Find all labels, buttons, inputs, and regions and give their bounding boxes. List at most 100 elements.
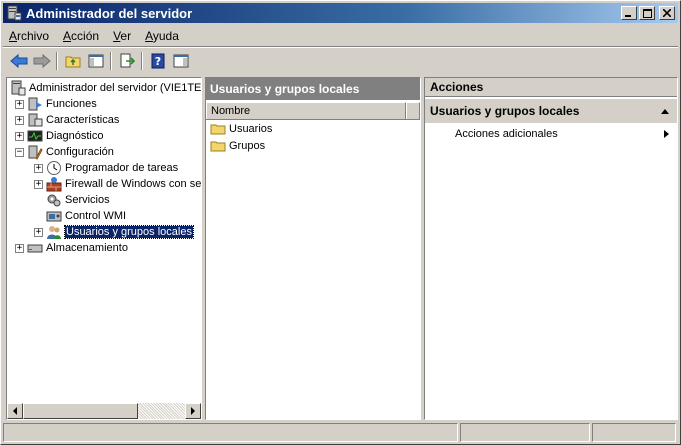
tree-item-configuracion[interactable]: − Configuración [15, 144, 114, 160]
tree-item-caracteristicas[interactable]: + Características [15, 112, 119, 128]
folder-icon [210, 141, 226, 151]
list-item-grupos[interactable]: Grupos [206, 137, 420, 154]
list-item-label: Usuarios [229, 122, 273, 135]
actions-pane: Acciones Usuarios y grupos locales Accio… [424, 77, 678, 420]
maximize-button[interactable] [639, 6, 655, 20]
tree-item-almacenamiento[interactable]: + Almacenamiento [15, 240, 128, 256]
menu-ayuda[interactable]: Ayuda [139, 27, 185, 45]
collapse-icon[interactable]: − [15, 147, 24, 157]
help-icon: ? [151, 53, 164, 69]
tree-item-label: Programador de tareas [65, 162, 179, 174]
expand-icon[interactable]: + [15, 115, 24, 125]
scroll-right-button[interactable] [185, 403, 201, 419]
status-panel-3 [592, 423, 676, 442]
menu-ver[interactable]: Ver [107, 27, 137, 45]
roles-icon [28, 97, 42, 111]
arrow-left-icon [13, 407, 17, 415]
server-manager-window: Administrador del servidor Archivo Acció… [0, 0, 681, 445]
console-tree: Administrador del servidor (VIE1TES + Fu… [7, 78, 201, 403]
tree-item-servicios[interactable]: Servicios [46, 192, 110, 208]
tree-item-funciones[interactable]: + Funciones [15, 96, 97, 112]
tree-item-programador[interactable]: + Programador de tareas [34, 160, 178, 176]
tree-item-label: Diagnóstico [46, 130, 104, 142]
menu-ayuda-label: yuda [152, 28, 179, 43]
title-bar[interactable]: Administrador del servidor [3, 3, 678, 23]
tree-item-label: Firewall de Windows con se [65, 178, 201, 190]
menu-accion-label: cción [71, 28, 100, 43]
expand-icon[interactable]: + [15, 131, 24, 141]
tree-item-label: Control WMI [65, 210, 127, 222]
status-bar [3, 423, 678, 442]
server-manager-icon [11, 80, 26, 96]
toolbar: ? [3, 49, 678, 73]
console-tree-pane: Administrador del servidor (VIE1TES + Fu… [6, 77, 202, 420]
svg-text:?: ? [154, 55, 160, 68]
expand-icon[interactable]: + [15, 243, 24, 253]
expand-icon[interactable]: + [34, 179, 43, 189]
menu-bar: Archivo Acción Ver Ayuda [3, 25, 678, 46]
up-level-button[interactable] [61, 50, 84, 72]
menu-accion-mnemonic: A [63, 28, 72, 43]
actions-group-usuarios-grupos[interactable]: Usuarios y grupos locales [425, 99, 677, 123]
forward-button[interactable] [30, 50, 53, 72]
action-acciones-adicionales[interactable]: Acciones adicionales [425, 123, 677, 145]
collapse-up-icon[interactable] [661, 108, 669, 114]
column-header-filler [406, 102, 420, 119]
column-header-nombre[interactable]: Nombre [206, 102, 406, 119]
results-pane-title: Usuarios y grupos locales [206, 78, 420, 100]
tree-horizontal-scrollbar[interactable] [7, 403, 201, 419]
diagnostics-icon [27, 130, 43, 142]
menu-separator [3, 46, 678, 48]
scroll-thumb[interactable] [23, 403, 138, 419]
close-button[interactable] [659, 6, 675, 20]
clock-icon [47, 161, 61, 175]
minimize-button[interactable] [621, 6, 637, 20]
maximize-icon [642, 8, 652, 18]
menu-ver-label: er [120, 28, 132, 43]
back-button[interactable] [7, 50, 30, 72]
scroll-track[interactable] [138, 403, 185, 419]
forward-arrow-icon [33, 53, 51, 69]
tree-item-label: Funciones [46, 98, 97, 110]
menu-archivo[interactable]: Archivo [3, 27, 55, 45]
status-panel-2 [460, 423, 590, 442]
tree-item-wmi[interactable]: Control WMI [46, 208, 126, 224]
firewall-icon [46, 177, 62, 192]
tree-item-diagnostico[interactable]: + Diagnóstico [15, 128, 103, 144]
tree-item-usuarios-grupos[interactable]: + Usuarios y grupos locales [34, 224, 194, 240]
menu-accion[interactable]: Acción [57, 27, 105, 45]
tree-item-label: Almacenamiento [46, 242, 128, 254]
tree-item-root[interactable]: Administrador del servidor (VIE1TES [10, 80, 201, 96]
scroll-left-button[interactable] [7, 403, 23, 419]
show-hide-action-pane-button[interactable] [169, 50, 192, 72]
expand-icon[interactable]: + [34, 227, 43, 237]
expand-icon[interactable]: + [34, 163, 43, 173]
action-label: Acciones adicionales [455, 128, 558, 140]
status-panel-main [3, 423, 458, 442]
show-hide-tree-button[interactable] [84, 50, 107, 72]
list-item-usuarios[interactable]: Usuarios [206, 120, 420, 137]
export-icon [120, 53, 135, 68]
window-title: Administrador del servidor [26, 5, 193, 21]
features-icon [28, 113, 43, 127]
toolbar-separator [110, 52, 112, 70]
tree-item-firewall[interactable]: + Firewall de Windows con se [34, 176, 201, 192]
toolbar-separator [56, 52, 58, 70]
help-button[interactable]: ? [146, 50, 169, 72]
back-arrow-icon [9, 53, 27, 69]
server-manager-icon [7, 5, 22, 21]
action-pane-icon [173, 54, 188, 68]
export-list-button[interactable] [115, 50, 138, 72]
arrow-right-icon [191, 407, 195, 415]
tree-item-label: Características [46, 114, 120, 126]
tree-item-label: Administrador del servidor (VIE1TES [29, 82, 201, 94]
expand-icon[interactable]: + [15, 99, 24, 109]
storage-icon [27, 244, 43, 253]
menu-archivo-mnemonic: A [9, 28, 18, 43]
gears-icon [47, 194, 61, 207]
tree-item-label: Servicios [65, 194, 110, 206]
configuration-icon [28, 145, 43, 160]
folder-up-icon [65, 56, 80, 68]
menu-ayuda-mnemonic: A [145, 28, 153, 43]
users-groups-icon [47, 226, 61, 239]
